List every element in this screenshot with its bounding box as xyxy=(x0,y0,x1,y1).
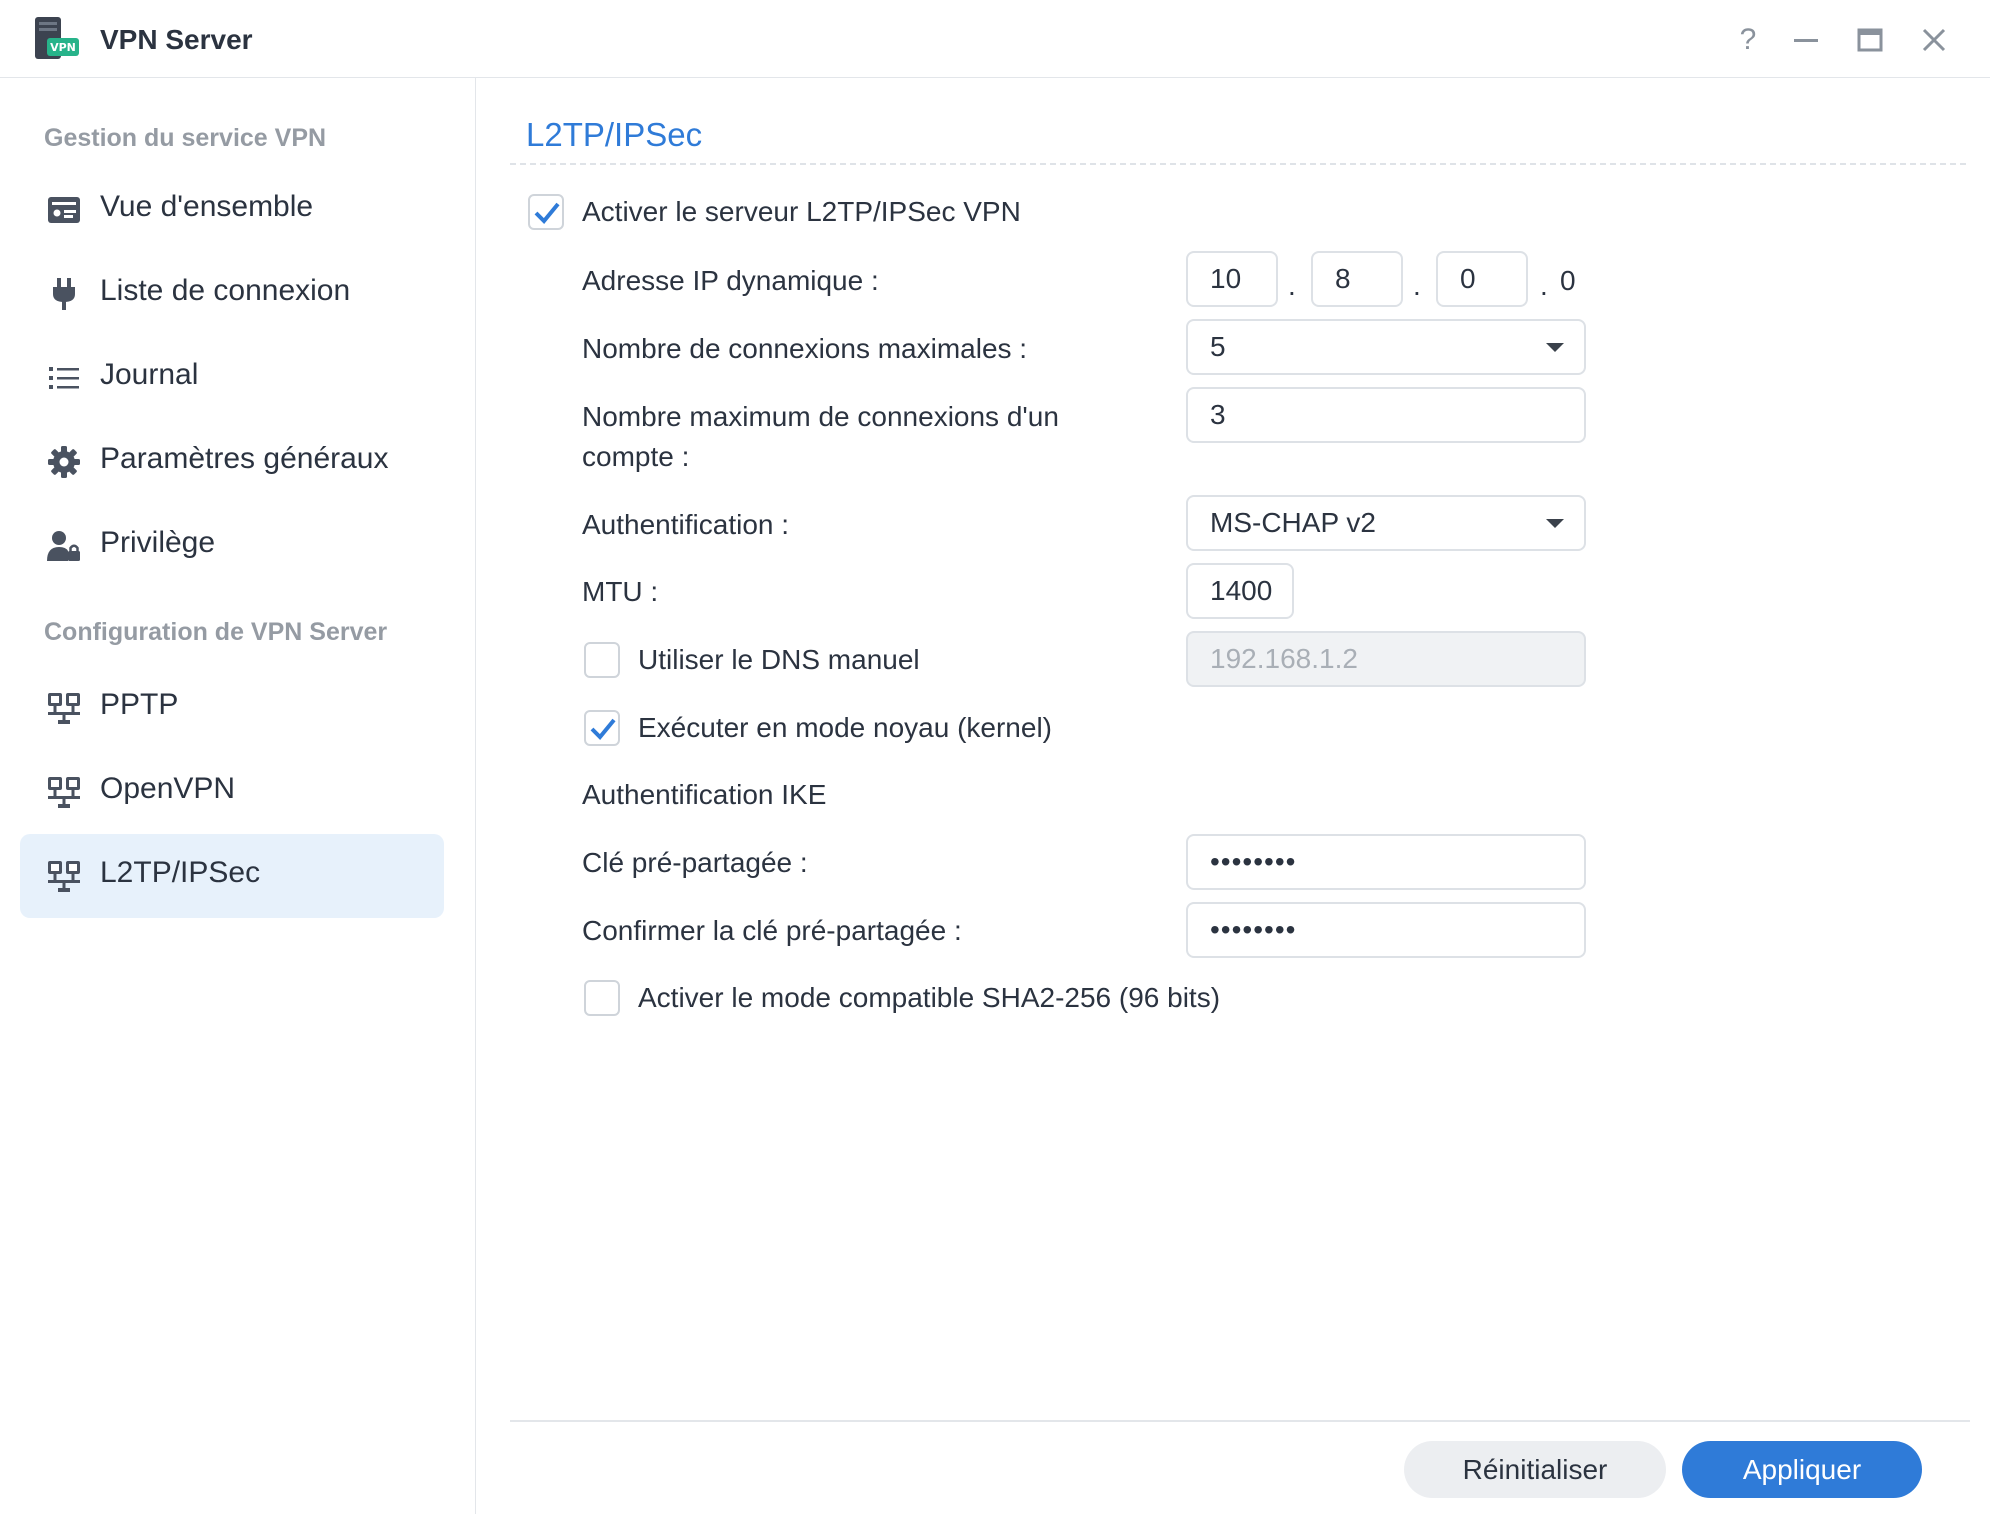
sidebar-item-label: Privilège xyxy=(100,526,216,559)
authentication-label: Authentification : xyxy=(582,509,790,540)
reset-button[interactable]: Réinitialiser xyxy=(1404,1441,1666,1498)
ip-separator: . xyxy=(1540,270,1548,301)
max-per-account-label: Nombre maximum de connexions d'un xyxy=(582,401,1059,432)
title-divider xyxy=(510,163,1966,165)
ip-octet-2-input[interactable]: 8 xyxy=(1311,251,1403,307)
sidebar-heading-service: Gestion du service VPN xyxy=(44,124,327,152)
svg-text:VPN: VPN xyxy=(50,41,76,54)
sidebar-item-l2tp-ipsec[interactable]: L2TP/IPSec xyxy=(20,834,444,918)
max-per-account-input[interactable]: 3 xyxy=(1186,387,1586,443)
ike-section-heading: Authentification IKE xyxy=(582,779,827,810)
kernel-mode-checkbox[interactable] xyxy=(584,710,620,746)
apply-button[interactable]: Appliquer xyxy=(1682,1441,1922,1498)
checkmark-icon xyxy=(534,202,560,224)
psk-confirm-label: Confirmer la clé pré-partagée : xyxy=(582,915,962,946)
sidebar-heading-config: Configuration de VPN Server xyxy=(44,618,388,646)
help-icon[interactable]: ? xyxy=(1728,20,1768,60)
manual-dns-checkbox[interactable] xyxy=(584,642,620,678)
ip-octet-1-input[interactable]: 10 xyxy=(1186,251,1278,307)
ip-octet-4-value: 0 xyxy=(1560,265,1576,296)
sidebar-item-openvpn[interactable]: OpenVPN xyxy=(20,750,444,834)
dynamic-ip-label: Adresse IP dynamique : xyxy=(582,265,879,296)
maximize-icon[interactable] xyxy=(1850,20,1890,60)
max-connections-value: 5 xyxy=(1210,331,1226,362)
sidebar-item-overview[interactable]: Vue d'ensemble xyxy=(20,168,444,252)
ip-octet-3-input[interactable]: 0 xyxy=(1436,251,1528,307)
sidebar-item-journal[interactable]: Journal xyxy=(20,336,444,420)
sidebar-item-label: PPTP xyxy=(100,688,179,721)
chevron-down-icon xyxy=(1546,519,1564,528)
page-title: L2TP/IPSec xyxy=(526,116,703,153)
sidebar-item-label: Vue d'ensemble xyxy=(100,190,314,223)
manual-dns-label: Utiliser le DNS manuel xyxy=(638,644,920,675)
sidebar-item-label: Liste de connexion xyxy=(100,274,351,307)
dns-server-input[interactable]: 192.168.1.2 xyxy=(1186,631,1586,687)
window-titlebar: VPN VPN Server ? xyxy=(0,0,1990,78)
sidebar-item-label: Paramètres généraux xyxy=(100,442,389,475)
network-icon xyxy=(48,777,80,808)
psk-label: Clé pré-partagée : xyxy=(582,847,808,878)
enable-server-checkbox[interactable] xyxy=(528,194,564,230)
chevron-down-icon xyxy=(1546,343,1564,352)
sha2-compat-label: Activer le mode compatible SHA2-256 (96 … xyxy=(638,982,1221,1013)
kernel-mode-label: Exécuter en mode noyau (kernel) xyxy=(638,712,1052,743)
network-icon xyxy=(48,693,80,724)
enable-server-label: Activer le serveur L2TP/IPSec VPN xyxy=(582,196,1021,227)
plug-icon xyxy=(53,278,75,310)
max-per-account-label-cont: compte : xyxy=(582,441,690,472)
minimize-icon[interactable] xyxy=(1786,20,1826,60)
sidebar-item-label: Journal xyxy=(100,358,199,391)
sidebar-item-privilege[interactable]: Privilège xyxy=(20,504,444,588)
user-lock-icon xyxy=(47,531,80,561)
mtu-input[interactable]: 1400 xyxy=(1186,563,1294,619)
app-title: VPN Server xyxy=(100,24,253,55)
psk-confirm-input[interactable]: •••••••• xyxy=(1186,902,1586,958)
ip-separator: . xyxy=(1288,270,1296,301)
sidebar-item-connection-list[interactable]: Liste de connexion xyxy=(20,252,444,336)
app-icon-vpn: VPN xyxy=(35,17,79,59)
max-connections-select[interactable]: 5 xyxy=(1186,319,1586,375)
gear-icon xyxy=(48,446,80,478)
list-icon xyxy=(49,367,79,389)
close-icon[interactable] xyxy=(1914,20,1954,60)
footer-divider xyxy=(510,1420,1970,1422)
sidebar-item-label: L2TP/IPSec xyxy=(100,856,261,889)
sidebar-item-general-settings[interactable]: Paramètres généraux xyxy=(20,420,444,504)
overview-card-icon xyxy=(48,197,80,223)
ip-separator: . xyxy=(1413,270,1421,301)
checkmark-icon xyxy=(590,718,616,740)
authentication-value: MS-CHAP v2 xyxy=(1210,507,1376,538)
network-icon xyxy=(48,861,80,892)
sidebar-item-pptp[interactable]: PPTP xyxy=(20,666,444,750)
max-connections-label: Nombre de connexions maximales : xyxy=(582,333,1028,364)
sidebar-item-label: OpenVPN xyxy=(100,772,236,805)
psk-input[interactable]: •••••••• xyxy=(1186,834,1586,890)
authentication-select[interactable]: MS-CHAP v2 xyxy=(1186,495,1586,551)
sidebar: Gestion du service VPN Vue d'ensemble Li… xyxy=(0,78,476,1514)
mtu-label: MTU : xyxy=(582,576,659,607)
sha2-compat-checkbox[interactable] xyxy=(584,980,620,1016)
